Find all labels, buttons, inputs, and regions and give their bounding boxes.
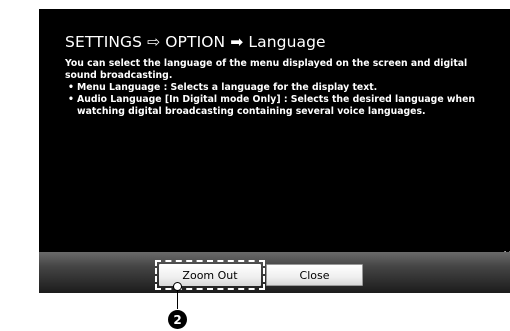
bullet-menu-language: Menu Language : Selects a language for t…	[65, 82, 485, 94]
callout-leader-dot	[173, 282, 182, 291]
description: You can select the language of the menu …	[65, 58, 485, 118]
intro-text: You can select the language of the menu …	[65, 58, 468, 81]
callout-number-badge: 2	[168, 310, 187, 329]
page-title: SETTINGS ⇨ OPTION ➡ Language	[65, 33, 326, 51]
bullet-list: Menu Language : Selects a language for t…	[65, 82, 485, 118]
bullet-audio-language: Audio Language [In Digital mode Only] : …	[65, 94, 485, 118]
tv-help-screen: SETTINGS ⇨ OPTION ➡ Language You can sel…	[39, 9, 510, 252]
button-bar: Zoom Out Close	[39, 252, 510, 293]
close-button[interactable]: Close	[266, 264, 363, 286]
